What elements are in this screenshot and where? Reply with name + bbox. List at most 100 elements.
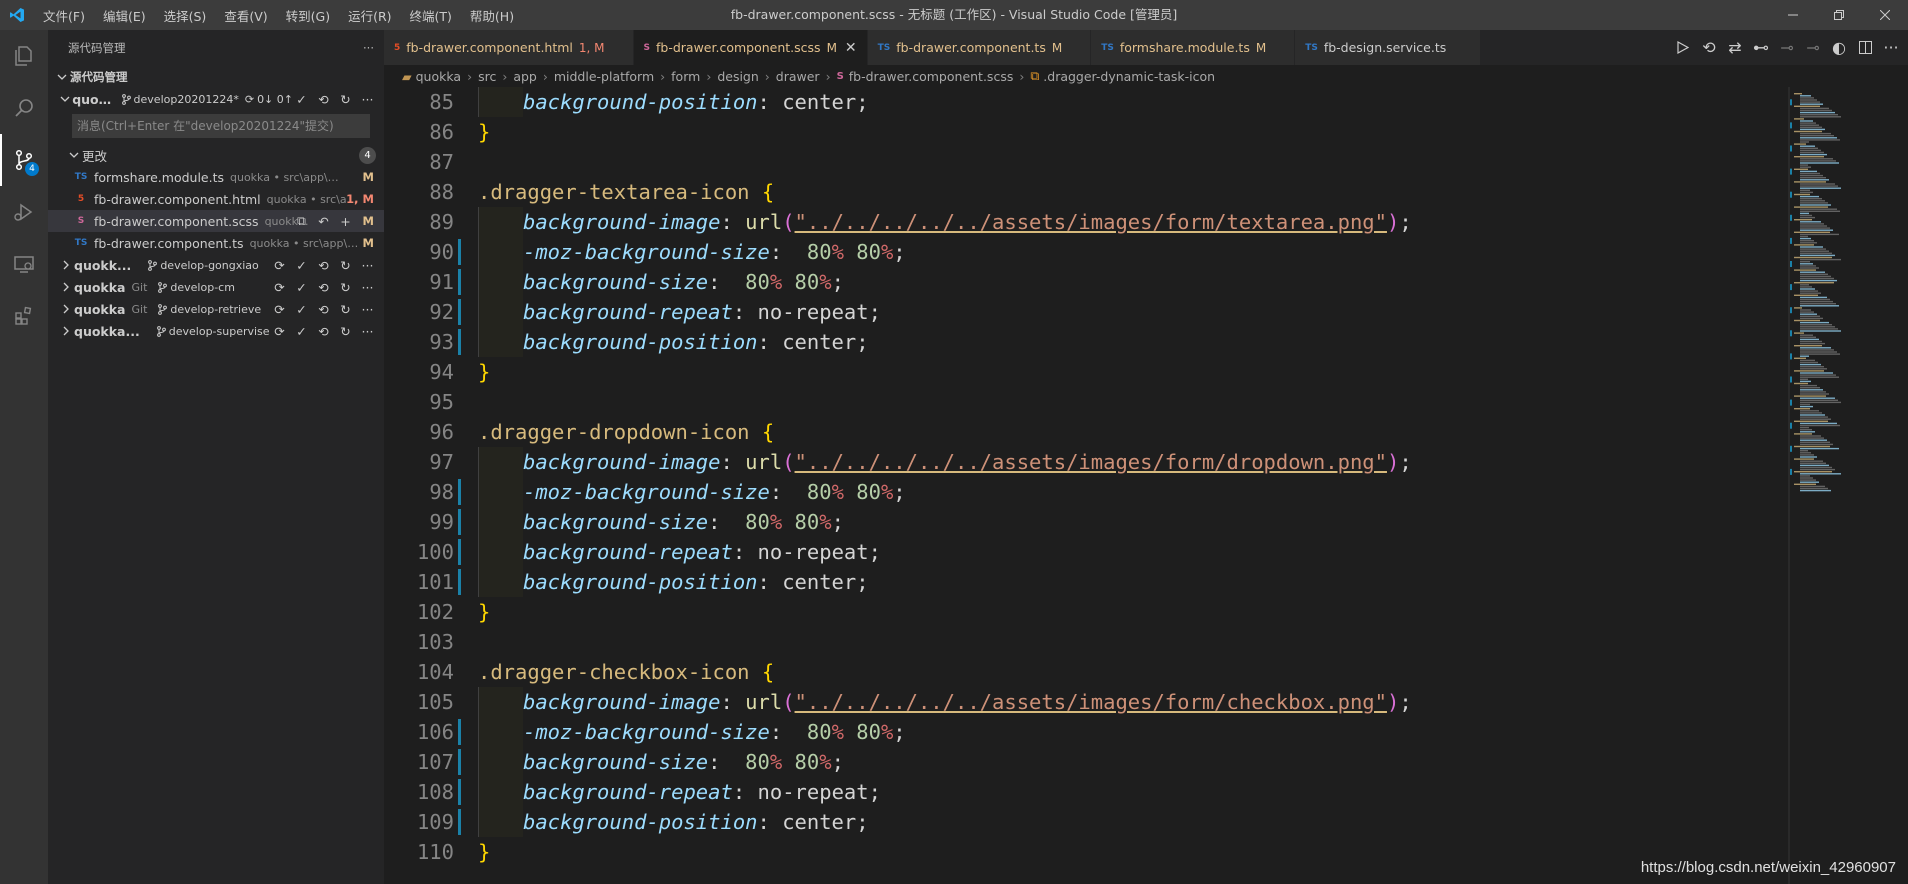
- refresh-icon[interactable]: ↻: [337, 280, 354, 295]
- changed-file-item[interactable]: TS fb-drawer.component.ts quokka • src\app…: [48, 232, 384, 254]
- refresh-icon[interactable]: ↻: [337, 258, 354, 273]
- code-line[interactable]: 95: [384, 387, 1784, 417]
- more-actions-icon[interactable]: ···: [363, 41, 374, 55]
- repo-row[interactable]: quokka Git develop-cm ⟳ ✓ ⟲ ↻ ···: [48, 276, 384, 298]
- discard-changes-icon[interactable]: ↶: [315, 214, 332, 229]
- code-line[interactable]: 91 background-size: 80% 80%;: [384, 267, 1784, 297]
- more-actions-icon[interactable]: ···: [1882, 38, 1900, 57]
- breadcrumb-item[interactable]: .dragger-dynamic-task-icon: [1043, 69, 1215, 84]
- sync-status[interactable]: ⟳ 0↓ 0↑: [245, 93, 293, 106]
- close-icon[interactable]: [1862, 0, 1908, 30]
- commit-message-input[interactable]: 消息(Ctrl+Enter 在"develop20201224"提交): [72, 114, 370, 138]
- menu-item[interactable]: 选择(S): [155, 6, 216, 25]
- commit-check-icon[interactable]: ✓: [293, 302, 310, 317]
- branch-indicator[interactable]: develop-retrieve: [157, 303, 261, 316]
- breadcrumb-item[interactable]: design: [717, 69, 758, 84]
- breadcrumb-item[interactable]: fb-drawer.component.scss: [849, 69, 1014, 84]
- code-line[interactable]: 105 background-image: url("../../../../..…: [384, 687, 1784, 717]
- branch-indicator[interactable]: develop-cm: [157, 281, 235, 294]
- breadcrumb-item[interactable]: middle-platform: [554, 69, 654, 84]
- history-icon[interactable]: ⟲: [315, 92, 332, 107]
- more-actions-icon[interactable]: ···: [359, 324, 376, 339]
- history-icon[interactable]: ⟲: [315, 302, 332, 317]
- repo-row[interactable]: quokk... develop-gongxiao ⟳ ✓ ⟲ ↻ ···: [48, 254, 384, 276]
- history-icon[interactable]: ⟲: [315, 258, 332, 273]
- code-editor[interactable]: 85 background-position: center; 86} 87 88 .dr…: [384, 87, 1784, 884]
- commit-check-icon[interactable]: ✓: [293, 324, 310, 339]
- search-icon[interactable]: [0, 82, 48, 134]
- commit-check-icon[interactable]: ✓: [293, 92, 310, 107]
- source-control-icon[interactable]: 4: [0, 134, 48, 186]
- sync-icon[interactable]: ⟳: [271, 324, 288, 339]
- open-file-icon[interactable]: ⧉: [293, 213, 310, 229]
- changed-file-item[interactable]: TS formshare.module.ts quokka • src\app\mi…: [48, 166, 384, 188]
- toggle-blame-icon[interactable]: ◐: [1830, 38, 1848, 57]
- code-line[interactable]: 92 background-repeat: no-repeat;: [384, 297, 1784, 327]
- sync-icon[interactable]: ⟳: [271, 302, 288, 317]
- tab-1[interactable]: Sfb-drawer.component.scss M ✕: [633, 30, 868, 65]
- menu-item[interactable]: 帮助(H): [461, 6, 523, 25]
- code-line[interactable]: 96 .dragger-dropdown-icon {: [384, 417, 1784, 447]
- breadcrumb-item[interactable]: form: [671, 69, 700, 84]
- menu-item[interactable]: 文件(F): [34, 6, 94, 25]
- code-line[interactable]: 103: [384, 627, 1784, 657]
- open-changes-icon[interactable]: ⇄: [1726, 38, 1744, 57]
- code-line[interactable]: 88 .dragger-textarea-icon {: [384, 177, 1784, 207]
- breadcrumb-item[interactable]: src: [478, 69, 496, 84]
- tab-4[interactable]: TS fb-design.service.ts: [1295, 30, 1482, 65]
- split-editor-icon[interactable]: [1856, 41, 1874, 54]
- scm-section-header[interactable]: 源代码管理: [48, 66, 384, 88]
- code-line[interactable]: 108 background-repeat: no-repeat;: [384, 777, 1784, 807]
- menu-item[interactable]: 转到(G): [277, 6, 339, 25]
- close-icon[interactable]: ✕: [845, 40, 857, 56]
- repo-row[interactable]: quokka Git develop-retrieve ⟳ ✓ ⟲ ↻ ···: [48, 298, 384, 320]
- tab-2[interactable]: TS fb-drawer.component.ts M: [867, 30, 1092, 65]
- refresh-icon[interactable]: ↻: [337, 92, 354, 107]
- vscode-logo-icon[interactable]: [0, 0, 34, 30]
- code-line[interactable]: 87: [384, 147, 1784, 177]
- code-line[interactable]: 100 background-repeat: no-repeat;: [384, 537, 1784, 567]
- code-line[interactable]: 86}: [384, 117, 1784, 147]
- history-icon[interactable]: ⟲: [315, 324, 332, 339]
- branch-indicator[interactable]: develop-supervise: [156, 325, 270, 338]
- tab-3[interactable]: TS formshare.module.ts M: [1091, 30, 1296, 65]
- restore-icon[interactable]: [1816, 0, 1862, 30]
- more-actions-icon[interactable]: ···: [359, 280, 376, 295]
- remote-explorer-icon[interactable]: [0, 238, 48, 290]
- run-icon[interactable]: [1674, 41, 1692, 54]
- branch-indicator[interactable]: develop20201224*: [121, 93, 239, 106]
- code-line[interactable]: 104 .dragger-checkbox-icon {: [384, 657, 1784, 687]
- minimize-icon[interactable]: [1770, 0, 1816, 30]
- code-line[interactable]: 107 background-size: 80% 80%;: [384, 747, 1784, 777]
- explorer-icon[interactable]: [0, 30, 48, 82]
- git-commit-icon[interactable]: ⊷: [1752, 38, 1770, 57]
- repo-row[interactable]: quokka... develop-supervise ⟳ ✓ ⟲ ↻ ···: [48, 320, 384, 342]
- sync-icon[interactable]: ⟳: [271, 258, 288, 273]
- repo-row-main[interactable]: quokk... develop20201224* ⟳0↓ 0↑ ✓ ⟲ ↻ ·…: [48, 88, 384, 110]
- sync-icon[interactable]: ⟳: [271, 280, 288, 295]
- breadcrumb-item[interactable]: app: [513, 69, 537, 84]
- code-line[interactable]: 110}: [384, 837, 1784, 867]
- refresh-icon[interactable]: ↻: [337, 302, 354, 317]
- code-line[interactable]: 109 background-position: center;: [384, 807, 1784, 837]
- code-line[interactable]: 94}: [384, 357, 1784, 387]
- changed-file-item[interactable]: Sfb-drawer.component.scss quokk... ⧉ ↶ + M: [48, 210, 384, 232]
- menu-item[interactable]: 查看(V): [215, 6, 276, 25]
- code-line[interactable]: 102}: [384, 597, 1784, 627]
- code-line[interactable]: 101 background-position: center;: [384, 567, 1784, 597]
- minimap[interactable]: [1790, 87, 1908, 884]
- changes-group[interactable]: 更改 4: [48, 144, 384, 166]
- more-actions-icon[interactable]: ···: [359, 92, 376, 107]
- menu-item[interactable]: 编辑(E): [94, 6, 155, 25]
- code-line[interactable]: 97 background-image: url("../../../../../…: [384, 447, 1784, 477]
- refresh-icon[interactable]: ↻: [337, 324, 354, 339]
- extensions-icon[interactable]: [0, 290, 48, 342]
- code-line[interactable]: 99 background-size: 80% 80%;: [384, 507, 1784, 537]
- more-actions-icon[interactable]: ···: [359, 302, 376, 317]
- code-line[interactable]: 85 background-position: center;: [384, 87, 1784, 117]
- code-line[interactable]: 90 -moz-background-size: 80% 80%;: [384, 237, 1784, 267]
- breadcrumb-item[interactable]: drawer: [776, 69, 820, 84]
- more-actions-icon[interactable]: ···: [359, 258, 376, 273]
- previous-change-icon[interactable]: ⊸: [1778, 38, 1796, 57]
- timeline-icon[interactable]: ⟲: [1700, 38, 1718, 57]
